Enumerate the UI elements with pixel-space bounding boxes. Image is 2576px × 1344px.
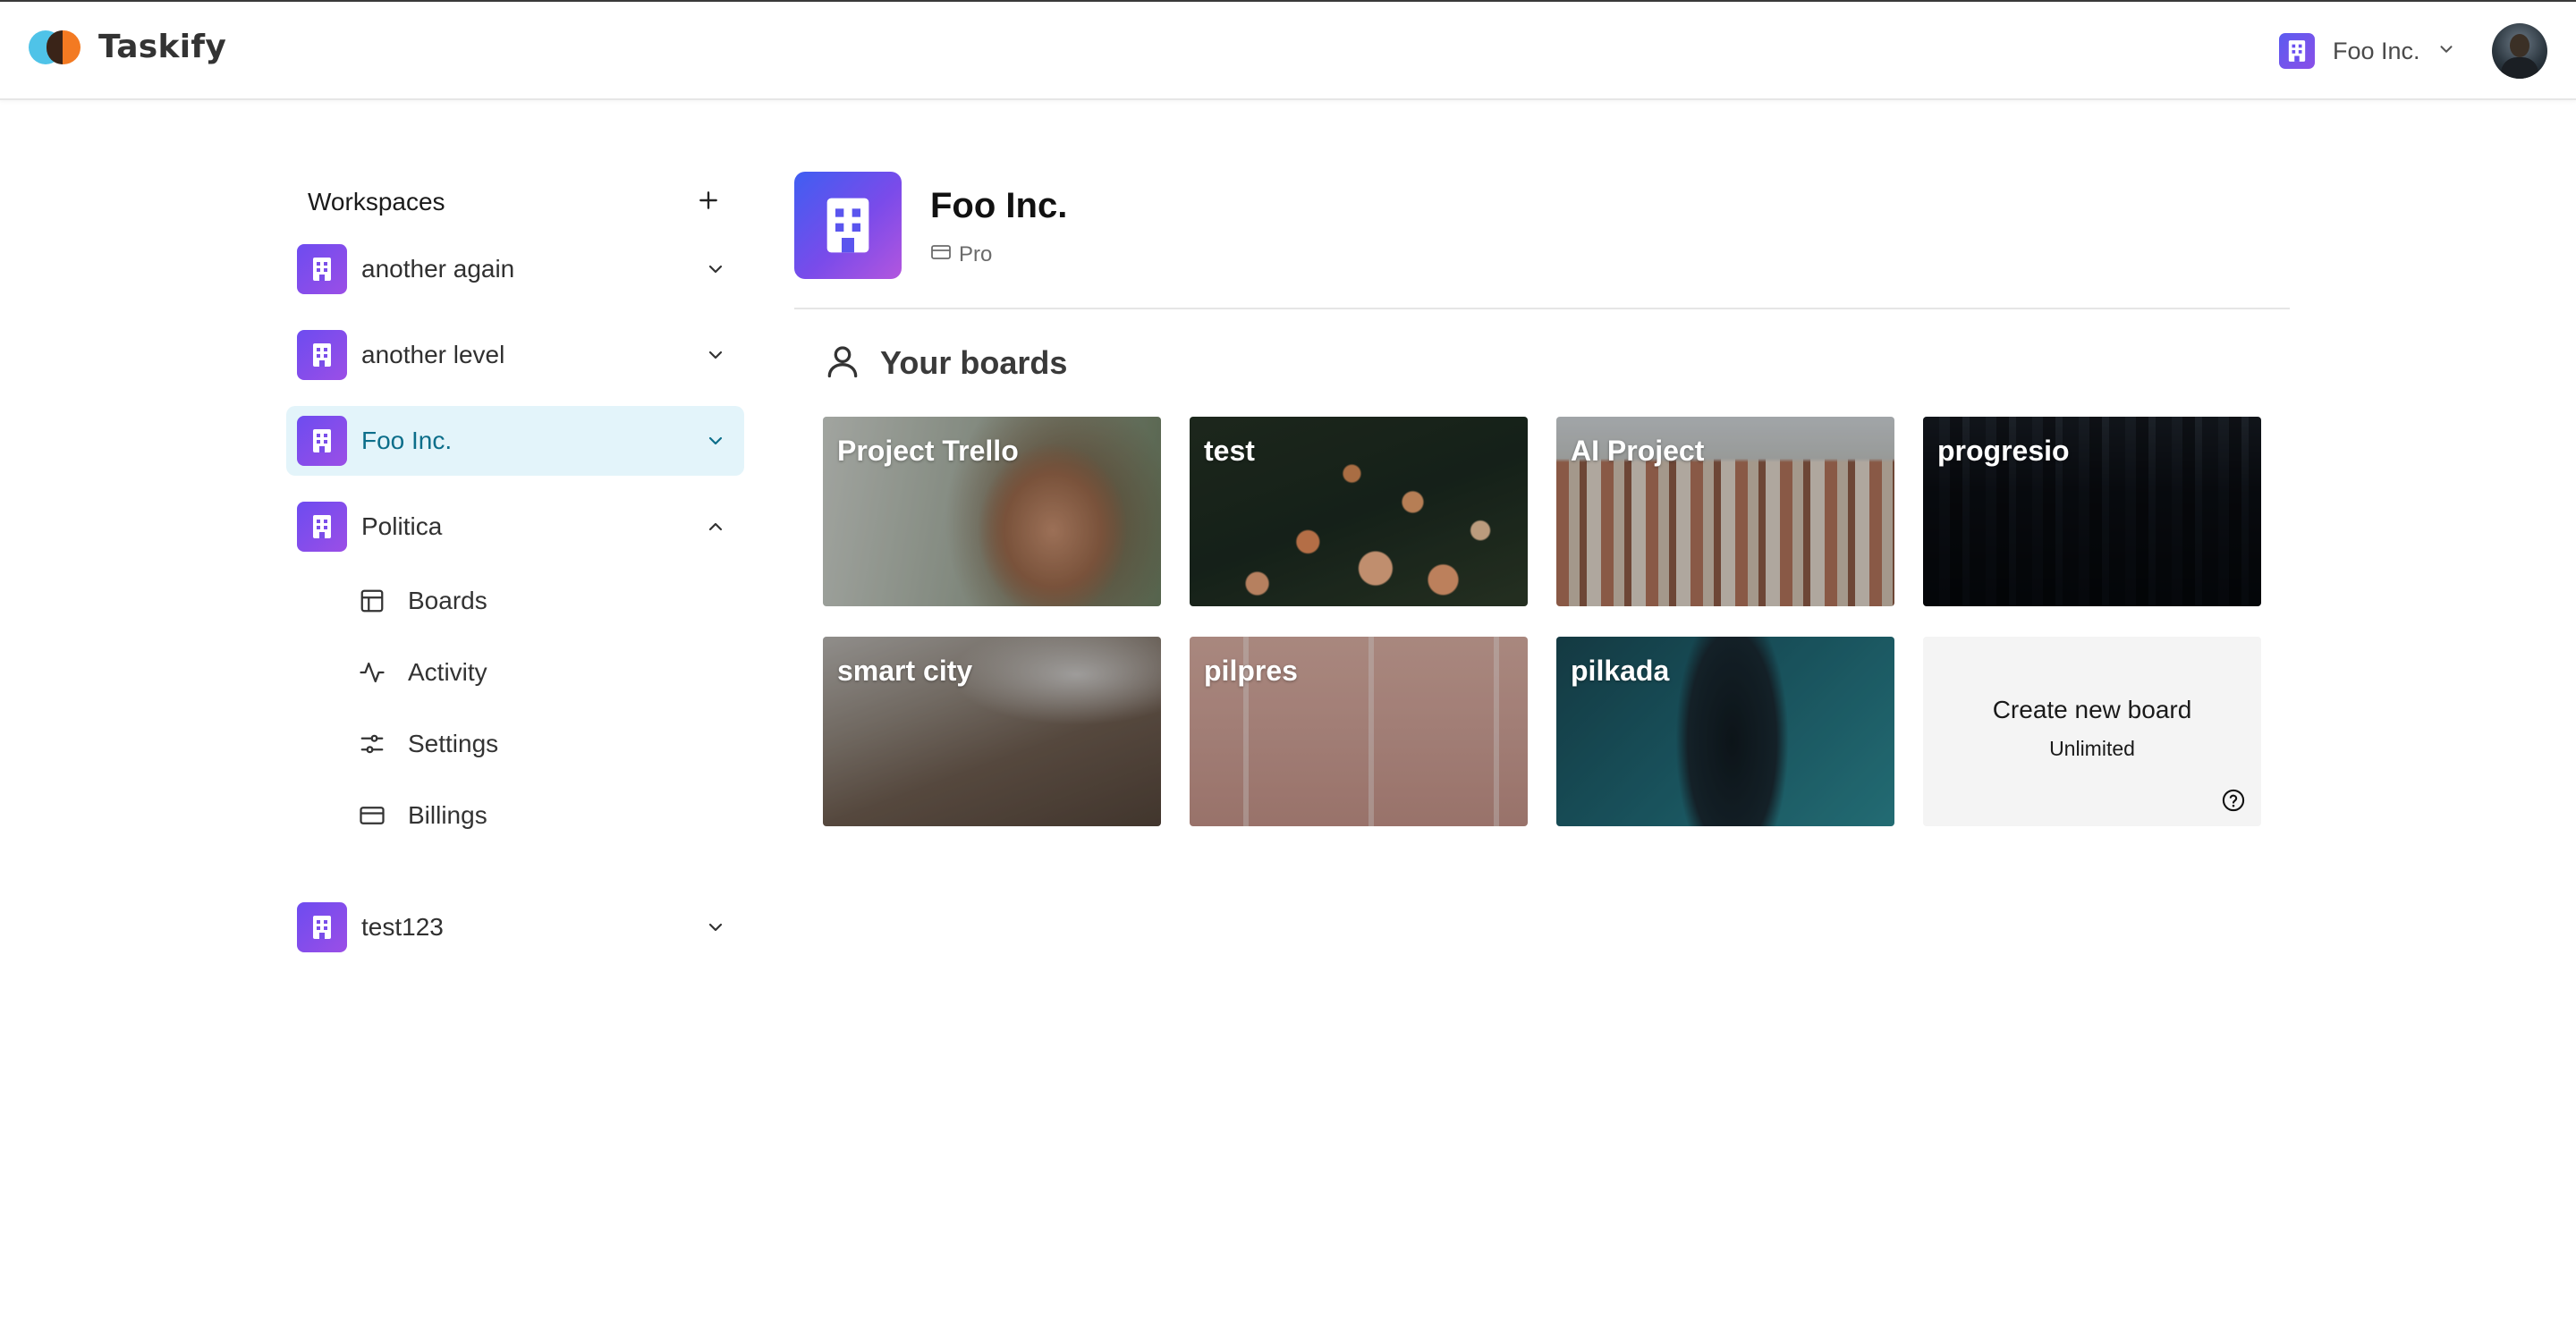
building-icon	[297, 244, 347, 294]
user-icon	[823, 342, 862, 385]
chevron-down-icon[interactable]	[698, 251, 733, 287]
plan-label: Pro	[959, 241, 993, 266]
building-icon	[794, 172, 902, 279]
brand-name: Taskify	[98, 28, 227, 65]
building-icon	[297, 502, 347, 552]
plan-badge: Pro	[930, 241, 992, 267]
top-navbar: Taskify Foo Inc.	[0, 0, 2576, 100]
building-icon	[2279, 33, 2315, 69]
user-avatar[interactable]	[2492, 23, 2547, 79]
building-icon	[297, 902, 347, 952]
chevron-down-icon[interactable]	[698, 337, 733, 373]
board-title: Project Trello	[837, 435, 1019, 467]
board-card[interactable]: test	[1190, 417, 1528, 606]
divider	[794, 308, 2290, 309]
workspace-item-test123[interactable]: test123	[286, 892, 744, 962]
workspace-item-foo-inc[interactable]: Foo Inc.	[286, 406, 744, 476]
workspace-item-politica[interactable]: Politica	[286, 492, 744, 562]
workspace-label: another level	[361, 341, 505, 368]
sidebar-item-label: Billings	[408, 801, 487, 829]
taskify-logo-icon	[29, 29, 82, 64]
chevron-down-icon[interactable]	[698, 423, 733, 459]
board-title: test	[1204, 435, 1255, 467]
sidebar-item-billings[interactable]: Billings	[349, 789, 724, 842]
building-icon	[297, 416, 347, 466]
boards-heading: Your boards	[823, 340, 1067, 386]
workspace-item-another-again[interactable]: another again	[286, 234, 744, 304]
sidebar-item-label: Activity	[408, 658, 487, 686]
create-board-label: Create new board	[1992, 696, 2192, 723]
sidebar-item-label: Settings	[408, 730, 499, 757]
create-board-sublabel: Unlimited	[2049, 737, 2135, 760]
boards-heading-label: Your boards	[880, 344, 1068, 381]
board-title: AI Project	[1571, 435, 1705, 467]
page-title: Foo Inc.	[930, 186, 1068, 225]
plus-icon	[699, 191, 717, 209]
activity-icon	[358, 658, 386, 687]
organization-switcher[interactable]: Foo Inc.	[2279, 32, 2456, 70]
sidebar-item-settings[interactable]: Settings	[349, 717, 724, 771]
board-card[interactable]: AI Project	[1556, 417, 1894, 606]
board-title: smart city	[837, 655, 973, 687]
board-card[interactable]: Project Trello	[823, 417, 1161, 606]
board-card[interactable]: progresio	[1923, 417, 2261, 606]
chevron-down-icon[interactable]	[698, 909, 733, 945]
board-card[interactable]: pilpres	[1190, 637, 1528, 826]
settings-icon	[358, 730, 386, 758]
board-card[interactable]: smart city	[823, 637, 1161, 826]
help-circle-icon[interactable]	[2220, 787, 2247, 814]
workspaces-title: Workspaces	[308, 188, 445, 216]
workspaces-header: Workspaces	[286, 175, 744, 225]
credit-card-icon	[930, 241, 952, 267]
workspace-label: Politica	[361, 512, 443, 540]
sidebar-item-label: Boards	[408, 587, 487, 614]
chevron-down-icon	[2436, 39, 2456, 63]
organization-name: Foo Inc.	[2333, 37, 2420, 64]
workspace-label: Foo Inc.	[361, 427, 453, 454]
board-title: progresio	[1937, 435, 2070, 467]
workspace-item-another-level[interactable]: another level	[286, 320, 744, 390]
building-icon	[297, 330, 347, 380]
add-workspace-button[interactable]	[691, 182, 726, 218]
workspace-label: test123	[361, 913, 444, 941]
board-grid: Project Trello test AI Project progresio…	[823, 417, 2261, 826]
sidebar-item-boards[interactable]: Boards	[349, 574, 724, 628]
board-title: pilkada	[1571, 655, 1670, 687]
board-title: pilpres	[1204, 655, 1298, 687]
create-board-button[interactable]: Create new board Unlimited	[1923, 637, 2261, 826]
layout-icon	[358, 587, 386, 615]
sidebar-item-activity[interactable]: Activity	[349, 646, 724, 699]
workspace-label: another again	[361, 255, 515, 283]
brand-home-link[interactable]: Taskify	[29, 21, 226, 72]
credit-card-icon	[358, 801, 386, 830]
workspaces-sidebar: Workspaces another again another level F…	[286, 175, 744, 952]
chevron-up-icon[interactable]	[698, 509, 733, 545]
board-card[interactable]: pilkada	[1556, 637, 1894, 826]
